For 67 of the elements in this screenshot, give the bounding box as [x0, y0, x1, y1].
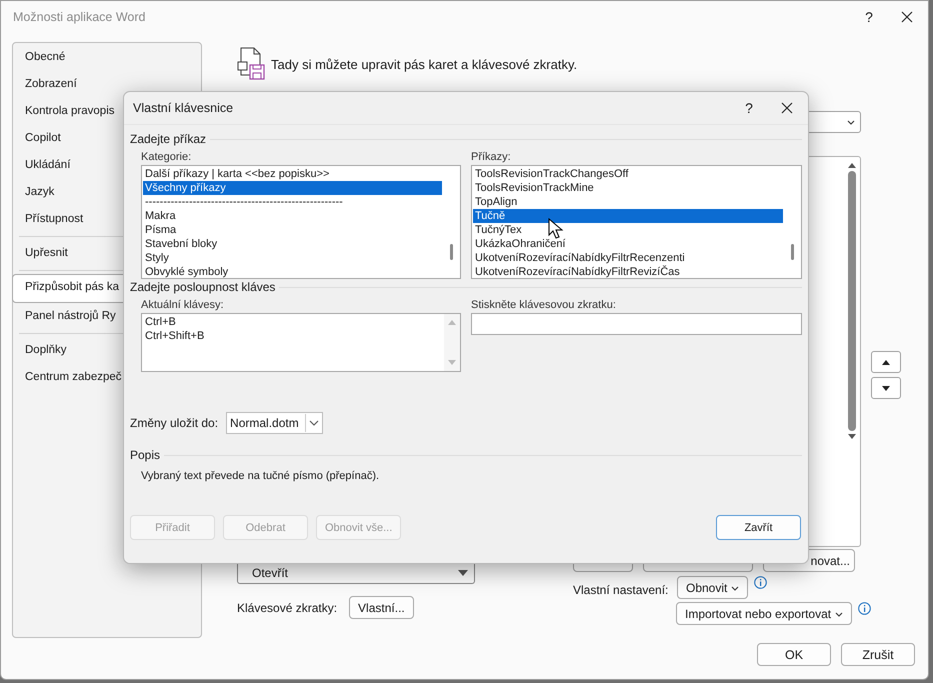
section-heading: Popis	[130, 448, 160, 462]
field-label: Příkazy:	[471, 151, 512, 163]
triangle-down-icon	[881, 384, 891, 392]
move-up-button[interactable]	[871, 351, 901, 373]
list-box[interactable]: ToolsRevisionTrackChangesOff ToolsRevisionTrackMine TopAlign Tučně TučnýTex UkázkaOhraničení UkotveníRozevíracíNabídkyFiltrRecenzenti UkotveníRozevíracíNabídkyFiltrRevizíČas	[471, 165, 802, 279]
scrollbar-thumb[interactable]	[791, 244, 794, 260]
instruction-text: Tady si můžete upravit pás karet a klávesové zkratky.	[271, 56, 578, 72]
list-item[interactable]: UkotveníRozevíracíNabídkyFiltrRevizíČas	[473, 265, 783, 279]
dialog-title: Vlastní klávesnice	[133, 101, 234, 115]
customizations-label: Vlastní nastavení:	[573, 583, 670, 597]
close-icon	[781, 102, 793, 114]
field-label: Kategorie:	[141, 151, 192, 163]
chevron-icon	[731, 584, 740, 590]
description-text: Vybraný text převede na tučné písmo (přepínač).	[140, 470, 380, 482]
list-item[interactable]: Další příkazy | karta <<bez popisku>>	[143, 167, 442, 181]
section-heading: Zadejte příkaz	[130, 132, 206, 146]
help-button[interactable]: ?	[732, 94, 766, 122]
document-icon	[237, 47, 267, 81]
scrollbar-thumb[interactable]	[450, 244, 453, 260]
reset-button[interactable]: Obnovit	[677, 576, 748, 599]
list-item[interactable]: Stavební bloky	[143, 237, 442, 251]
dialog-button[interactable]: Zavřít	[716, 515, 801, 540]
chevron-icon	[309, 420, 320, 426]
list-item[interactable]: UkázkaOhraničení	[473, 237, 783, 251]
shortcut-input-field[interactable]	[471, 313, 802, 335]
triangle-up-icon	[881, 358, 891, 366]
list-item[interactable]: UkotveníRozevíracíNabídkyFiltrRecenzenti	[473, 251, 783, 265]
list-item[interactable]: Otevřít	[252, 566, 457, 580]
save-in-label: Změny uložit do:	[130, 416, 218, 430]
shortcuts-label: Klávesové zkratky:	[237, 600, 338, 614]
list-item[interactable]: Všechny příkazy	[143, 181, 442, 195]
scroll-up-icon	[447, 319, 457, 326]
info-icon	[858, 602, 872, 615]
list-item[interactable]: Ctrl+Shift+B	[143, 329, 443, 343]
list-item[interactable]: Makra	[143, 209, 442, 223]
list-item[interactable]: Písma	[143, 223, 442, 237]
window-title: Možnosti aplikace Word	[13, 10, 146, 24]
list-item[interactable]: TopAlign	[473, 195, 783, 209]
field-label: Stiskněte klávesovou zkratku:	[471, 299, 617, 311]
list-item[interactable]: ToolsRevisionTrackChangesOff	[473, 167, 783, 181]
list-item[interactable]: Ctrl+B	[143, 315, 443, 329]
scroll-up-icon	[847, 161, 857, 169]
list-item[interactable]: Tučně	[473, 209, 783, 223]
move-down-button[interactable]	[871, 377, 901, 399]
scrollbar-thumb[interactable]	[848, 171, 856, 431]
list-item[interactable]: ------------------------------------------------------	[143, 195, 442, 209]
chevron-icon	[847, 119, 855, 125]
list-item[interactable]: Styly	[143, 251, 442, 265]
list-item[interactable]: ToolsRevisionTrackMine	[473, 181, 783, 195]
mouse-cursor-icon	[548, 218, 564, 240]
save-in-dropdown[interactable]: Normal.dotm	[226, 412, 324, 434]
list-item[interactable]: TučnýTex	[473, 223, 783, 237]
dialog-button[interactable]: OK	[757, 643, 831, 666]
chevron-icon	[835, 610, 844, 616]
close-icon	[901, 11, 913, 23]
list-box[interactable]: Ctrl+B Ctrl+Shift+B	[141, 313, 461, 372]
customize-button[interactable]: Vlastní...	[349, 596, 414, 619]
dialog-button[interactable]: Zrušit	[841, 643, 915, 666]
scroll-down-icon	[847, 433, 857, 441]
import-export-button[interactable]: Importovat nebo exportovat	[676, 602, 852, 625]
scroll-down-icon	[447, 359, 457, 366]
list-box[interactable]: Další příkazy | karta <<bez popisku>> Všechny příkazy ------------------------------------------------------ Makra Písma Stavební bloky Styly Obvyklé symboly	[141, 165, 461, 279]
sidebar-item[interactable]: Obecné	[13, 44, 201, 71]
dropdown-arrow-icon	[457, 569, 469, 577]
sidebar-item[interactable]: Zobrazení	[13, 71, 201, 98]
help-button[interactable]: ?	[852, 3, 886, 31]
info-icon	[754, 576, 768, 589]
